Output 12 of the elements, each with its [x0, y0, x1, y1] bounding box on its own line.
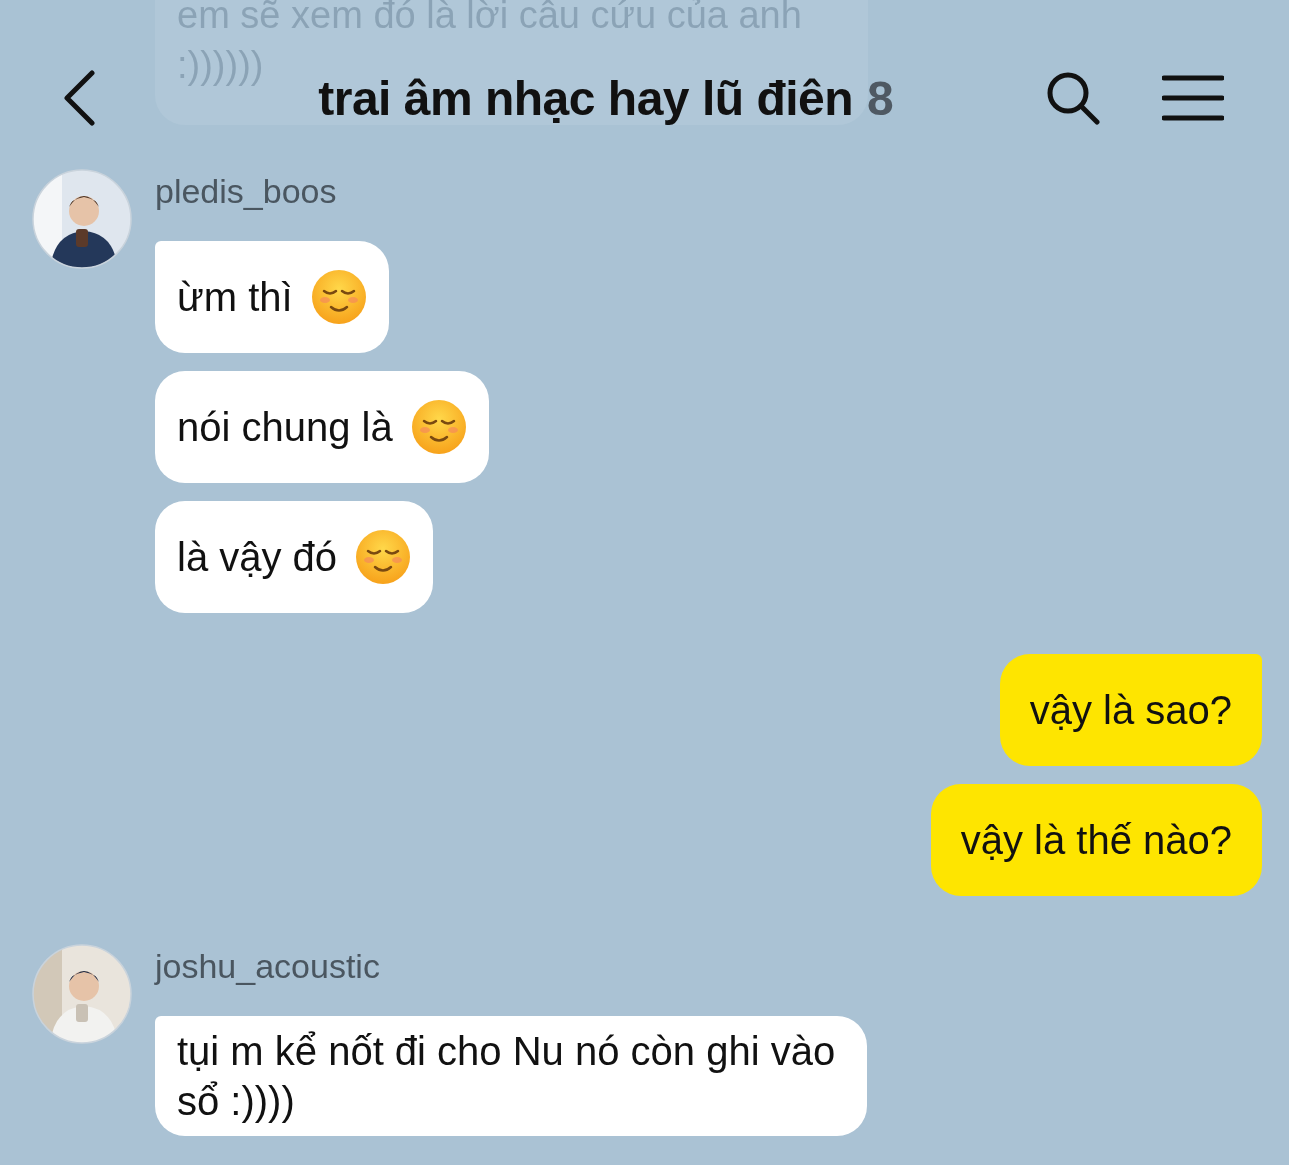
member-count: 8: [867, 70, 894, 126]
sender-name: joshu_acoustic: [155, 946, 380, 987]
back-icon[interactable]: [62, 70, 96, 126]
message-text: là vậy đó: [177, 534, 338, 581]
message-text: vậy là sao?: [1029, 687, 1232, 734]
search-icon[interactable]: [1046, 71, 1100, 125]
message-text: vậy là thế nào?: [960, 817, 1232, 864]
sender-name: pledis_boos: [155, 171, 337, 212]
message-text: nói chung là: [177, 404, 393, 451]
menu-icon[interactable]: [1162, 74, 1224, 122]
message-text: tụi m kể nốt đi cho Nu nó còn ghi vào sổ :)))): [177, 1028, 837, 1125]
message-text: ừm thì: [177, 274, 293, 321]
